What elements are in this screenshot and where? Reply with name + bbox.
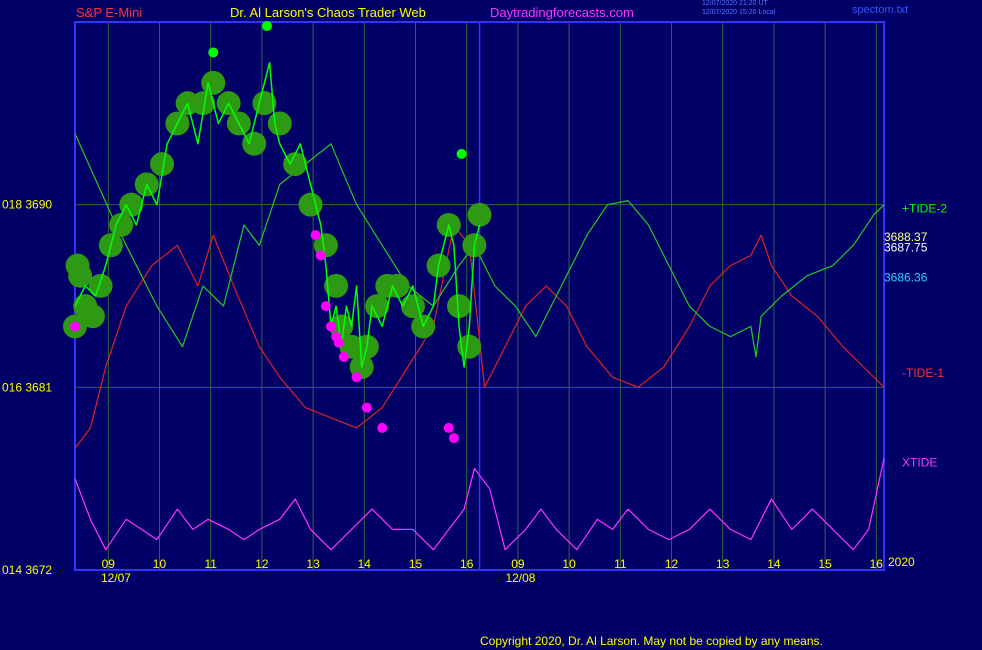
signal-dot <box>448 433 459 444</box>
price-glow-dot <box>447 294 472 319</box>
price-glow-dot <box>80 304 105 329</box>
x-hour-label: 09 <box>511 557 525 571</box>
x-hour-label: 10 <box>153 557 167 571</box>
signal-dot <box>315 250 326 261</box>
timestamp-ut: 12/07/2020 21:20 UT <box>702 0 768 7</box>
signal-dot <box>377 422 388 433</box>
x-hour-label: 12 <box>665 557 679 571</box>
high-marker-dot <box>262 21 273 32</box>
y-tick-label: 018 3690 <box>2 198 52 212</box>
signal-dot <box>333 337 344 348</box>
site-url-link[interactable]: Daytradingforecasts.com <box>490 5 634 20</box>
price-glow-dot <box>400 294 425 319</box>
data-filename: spectom.txt <box>852 4 909 16</box>
x-hour-label: 16 <box>460 557 474 571</box>
x-hour-label: 16 <box>870 557 884 571</box>
price-glow-dot <box>201 70 226 95</box>
site-title: Dr. Al Larson's Chaos Trader Web <box>230 5 426 20</box>
chart-series <box>63 21 885 551</box>
x-date-label: 12/08 <box>505 571 535 585</box>
x-hour-label: 12 <box>255 557 269 571</box>
price-glow-dot <box>467 202 492 227</box>
x-hour-label: 11 <box>614 557 627 571</box>
signal-dot <box>310 230 321 241</box>
y-tick-label: 016 3681 <box>2 380 52 394</box>
x-hour-label: 14 <box>767 557 781 571</box>
high-marker-dot <box>456 148 467 159</box>
chart-symbol-title: S&P E-Mini <box>76 5 143 20</box>
price-readout: 3687.75 <box>884 240 928 254</box>
timestamp-local: 12/07/2020 15:20 Local <box>702 9 776 16</box>
price-glow-dot <box>385 273 410 298</box>
signal-dot <box>351 372 362 383</box>
signal-dot <box>338 351 349 362</box>
x-year-label: 2020 <box>888 555 915 569</box>
x-hour-label: 10 <box>562 557 576 571</box>
signal-dot <box>320 301 331 312</box>
price-glow-dot <box>88 273 113 298</box>
price-glow-dot <box>109 212 134 237</box>
x-date-label: 12/07 <box>101 571 131 585</box>
x-hour-label: 14 <box>358 557 372 571</box>
price-readout: 3686.36 <box>884 271 928 285</box>
x-hour-label: 13 <box>306 557 320 571</box>
price-glow-dot <box>267 111 292 136</box>
signal-dot <box>326 321 337 332</box>
price-glow-dot <box>68 263 93 288</box>
price-glow-dot <box>242 131 267 156</box>
series-label: +TIDE-2 <box>902 202 947 216</box>
signal-dot <box>361 402 372 413</box>
x-hour-label: 11 <box>204 557 217 571</box>
x-hour-label: 15 <box>409 557 423 571</box>
signal-dot <box>70 321 80 332</box>
high-marker-dot <box>208 47 219 58</box>
chart-canvas: 014 3672 016 3681 018 3690 09 10 11 12 13 14 15 16… <box>2 21 947 585</box>
y-tick-label: 014 3672 <box>2 563 52 577</box>
series-label: -TIDE-1 <box>902 366 944 380</box>
x-hour-label: 09 <box>102 557 116 571</box>
series-label: XTIDE <box>902 455 937 469</box>
x-hour-label: 15 <box>818 557 832 571</box>
copyright-notice: Copyright 2020, Dr. Al Larson. May not b… <box>480 634 823 648</box>
price-glow-dot <box>298 192 323 217</box>
signal-dot <box>443 422 454 433</box>
x-hour-label: 13 <box>716 557 730 571</box>
